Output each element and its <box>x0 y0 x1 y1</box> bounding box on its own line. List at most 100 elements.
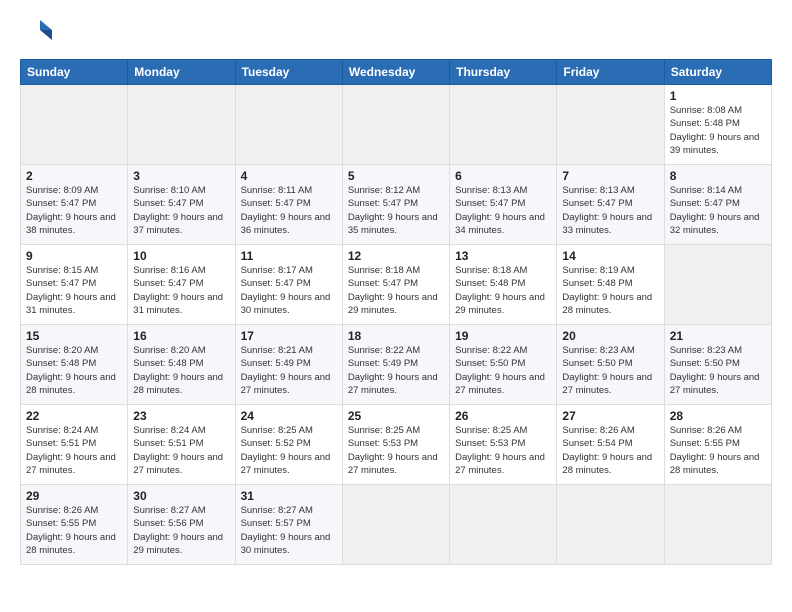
calendar-cell: 5 Sunrise: 8:12 AMSunset: 5:47 PMDayligh… <box>342 165 449 245</box>
day-info: Sunrise: 8:24 AMSunset: 5:51 PMDaylight:… <box>133 425 223 476</box>
calendar-header-sunday: Sunday <box>21 60 128 85</box>
calendar-cell: 17 Sunrise: 8:21 AMSunset: 5:49 PMDaylig… <box>235 325 342 405</box>
header-row <box>20 16 772 53</box>
day-number: 24 <box>241 409 337 423</box>
day-number: 10 <box>133 249 229 263</box>
day-info: Sunrise: 8:15 AMSunset: 5:47 PMDaylight:… <box>26 265 116 316</box>
day-info: Sunrise: 8:19 AMSunset: 5:48 PMDaylight:… <box>562 265 652 316</box>
day-info: Sunrise: 8:20 AMSunset: 5:48 PMDaylight:… <box>133 345 223 396</box>
day-number: 19 <box>455 329 551 343</box>
day-info: Sunrise: 8:18 AMSunset: 5:48 PMDaylight:… <box>455 265 545 316</box>
day-number: 23 <box>133 409 229 423</box>
calendar-cell: 31 Sunrise: 8:27 AMSunset: 5:57 PMDaylig… <box>235 485 342 565</box>
day-number: 13 <box>455 249 551 263</box>
page: SundayMondayTuesdayWednesdayThursdayFrid… <box>0 0 792 575</box>
day-info: Sunrise: 8:14 AMSunset: 5:47 PMDaylight:… <box>670 185 760 236</box>
calendar-cell: 18 Sunrise: 8:22 AMSunset: 5:49 PMDaylig… <box>342 325 449 405</box>
day-info: Sunrise: 8:26 AMSunset: 5:55 PMDaylight:… <box>670 425 760 476</box>
calendar-cell <box>664 245 771 325</box>
calendar-cell <box>342 485 449 565</box>
calendar-cell: 10 Sunrise: 8:16 AMSunset: 5:47 PMDaylig… <box>128 245 235 325</box>
calendar-cell <box>557 85 664 165</box>
calendar-cell <box>21 85 128 165</box>
day-info: Sunrise: 8:23 AMSunset: 5:50 PMDaylight:… <box>670 345 760 396</box>
calendar-cell: 13 Sunrise: 8:18 AMSunset: 5:48 PMDaylig… <box>450 245 557 325</box>
day-info: Sunrise: 8:08 AMSunset: 5:48 PMDaylight:… <box>670 105 760 156</box>
calendar-cell: 1 Sunrise: 8:08 AMSunset: 5:48 PMDayligh… <box>664 85 771 165</box>
calendar-cell: 20 Sunrise: 8:23 AMSunset: 5:50 PMDaylig… <box>557 325 664 405</box>
calendar-cell: 21 Sunrise: 8:23 AMSunset: 5:50 PMDaylig… <box>664 325 771 405</box>
calendar-week-2: 9 Sunrise: 8:15 AMSunset: 5:47 PMDayligh… <box>21 245 772 325</box>
day-number: 26 <box>455 409 551 423</box>
day-info: Sunrise: 8:27 AMSunset: 5:57 PMDaylight:… <box>241 505 331 556</box>
day-info: Sunrise: 8:18 AMSunset: 5:47 PMDaylight:… <box>348 265 438 316</box>
day-number: 27 <box>562 409 658 423</box>
calendar-week-4: 22 Sunrise: 8:24 AMSunset: 5:51 PMDaylig… <box>21 405 772 485</box>
calendar-cell: 16 Sunrise: 8:20 AMSunset: 5:48 PMDaylig… <box>128 325 235 405</box>
calendar-header-saturday: Saturday <box>664 60 771 85</box>
calendar-week-1: 2 Sunrise: 8:09 AMSunset: 5:47 PMDayligh… <box>21 165 772 245</box>
calendar-cell: 2 Sunrise: 8:09 AMSunset: 5:47 PMDayligh… <box>21 165 128 245</box>
calendar-cell: 9 Sunrise: 8:15 AMSunset: 5:47 PMDayligh… <box>21 245 128 325</box>
day-info: Sunrise: 8:27 AMSunset: 5:56 PMDaylight:… <box>133 505 223 556</box>
day-number: 20 <box>562 329 658 343</box>
calendar-header-tuesday: Tuesday <box>235 60 342 85</box>
calendar-cell <box>235 85 342 165</box>
calendar-header-monday: Monday <box>128 60 235 85</box>
calendar-header-thursday: Thursday <box>450 60 557 85</box>
day-number: 3 <box>133 169 229 183</box>
day-info: Sunrise: 8:10 AMSunset: 5:47 PMDaylight:… <box>133 185 223 236</box>
day-number: 12 <box>348 249 444 263</box>
day-number: 29 <box>26 489 122 503</box>
day-info: Sunrise: 8:25 AMSunset: 5:53 PMDaylight:… <box>348 425 438 476</box>
day-number: 14 <box>562 249 658 263</box>
day-number: 1 <box>670 89 766 103</box>
calendar-cell: 15 Sunrise: 8:20 AMSunset: 5:48 PMDaylig… <box>21 325 128 405</box>
day-number: 28 <box>670 409 766 423</box>
day-number: 15 <box>26 329 122 343</box>
day-number: 30 <box>133 489 229 503</box>
calendar-cell: 4 Sunrise: 8:11 AMSunset: 5:47 PMDayligh… <box>235 165 342 245</box>
day-number: 31 <box>241 489 337 503</box>
day-number: 5 <box>348 169 444 183</box>
calendar-cell: 27 Sunrise: 8:26 AMSunset: 5:54 PMDaylig… <box>557 405 664 485</box>
calendar-cell <box>557 485 664 565</box>
day-info: Sunrise: 8:22 AMSunset: 5:49 PMDaylight:… <box>348 345 438 396</box>
day-number: 22 <box>26 409 122 423</box>
day-info: Sunrise: 8:22 AMSunset: 5:50 PMDaylight:… <box>455 345 545 396</box>
day-info: Sunrise: 8:13 AMSunset: 5:47 PMDaylight:… <box>562 185 652 236</box>
day-info: Sunrise: 8:25 AMSunset: 5:53 PMDaylight:… <box>455 425 545 476</box>
calendar-cell: 22 Sunrise: 8:24 AMSunset: 5:51 PMDaylig… <box>21 405 128 485</box>
calendar-cell: 12 Sunrise: 8:18 AMSunset: 5:47 PMDaylig… <box>342 245 449 325</box>
calendar-cell <box>450 85 557 165</box>
calendar-cell <box>128 85 235 165</box>
calendar-header-friday: Friday <box>557 60 664 85</box>
calendar-cell <box>342 85 449 165</box>
logo <box>20 16 58 53</box>
calendar-cell: 28 Sunrise: 8:26 AMSunset: 5:55 PMDaylig… <box>664 405 771 485</box>
day-info: Sunrise: 8:23 AMSunset: 5:50 PMDaylight:… <box>562 345 652 396</box>
calendar-cell <box>450 485 557 565</box>
day-info: Sunrise: 8:20 AMSunset: 5:48 PMDaylight:… <box>26 345 116 396</box>
day-info: Sunrise: 8:21 AMSunset: 5:49 PMDaylight:… <box>241 345 331 396</box>
logo-icon <box>20 16 52 48</box>
day-number: 17 <box>241 329 337 343</box>
calendar-cell: 26 Sunrise: 8:25 AMSunset: 5:53 PMDaylig… <box>450 405 557 485</box>
calendar-cell: 7 Sunrise: 8:13 AMSunset: 5:47 PMDayligh… <box>557 165 664 245</box>
calendar-cell: 3 Sunrise: 8:10 AMSunset: 5:47 PMDayligh… <box>128 165 235 245</box>
day-info: Sunrise: 8:26 AMSunset: 5:55 PMDaylight:… <box>26 505 116 556</box>
day-info: Sunrise: 8:25 AMSunset: 5:52 PMDaylight:… <box>241 425 331 476</box>
calendar-table: SundayMondayTuesdayWednesdayThursdayFrid… <box>20 59 772 565</box>
calendar-week-0: 1 Sunrise: 8:08 AMSunset: 5:48 PMDayligh… <box>21 85 772 165</box>
calendar-cell: 6 Sunrise: 8:13 AMSunset: 5:47 PMDayligh… <box>450 165 557 245</box>
day-number: 16 <box>133 329 229 343</box>
calendar-cell: 11 Sunrise: 8:17 AMSunset: 5:47 PMDaylig… <box>235 245 342 325</box>
calendar-header-wednesday: Wednesday <box>342 60 449 85</box>
calendar-cell: 8 Sunrise: 8:14 AMSunset: 5:47 PMDayligh… <box>664 165 771 245</box>
day-info: Sunrise: 8:26 AMSunset: 5:54 PMDaylight:… <box>562 425 652 476</box>
day-number: 6 <box>455 169 551 183</box>
calendar-cell: 23 Sunrise: 8:24 AMSunset: 5:51 PMDaylig… <box>128 405 235 485</box>
day-info: Sunrise: 8:09 AMSunset: 5:47 PMDaylight:… <box>26 185 116 236</box>
day-number: 25 <box>348 409 444 423</box>
calendar-cell: 30 Sunrise: 8:27 AMSunset: 5:56 PMDaylig… <box>128 485 235 565</box>
